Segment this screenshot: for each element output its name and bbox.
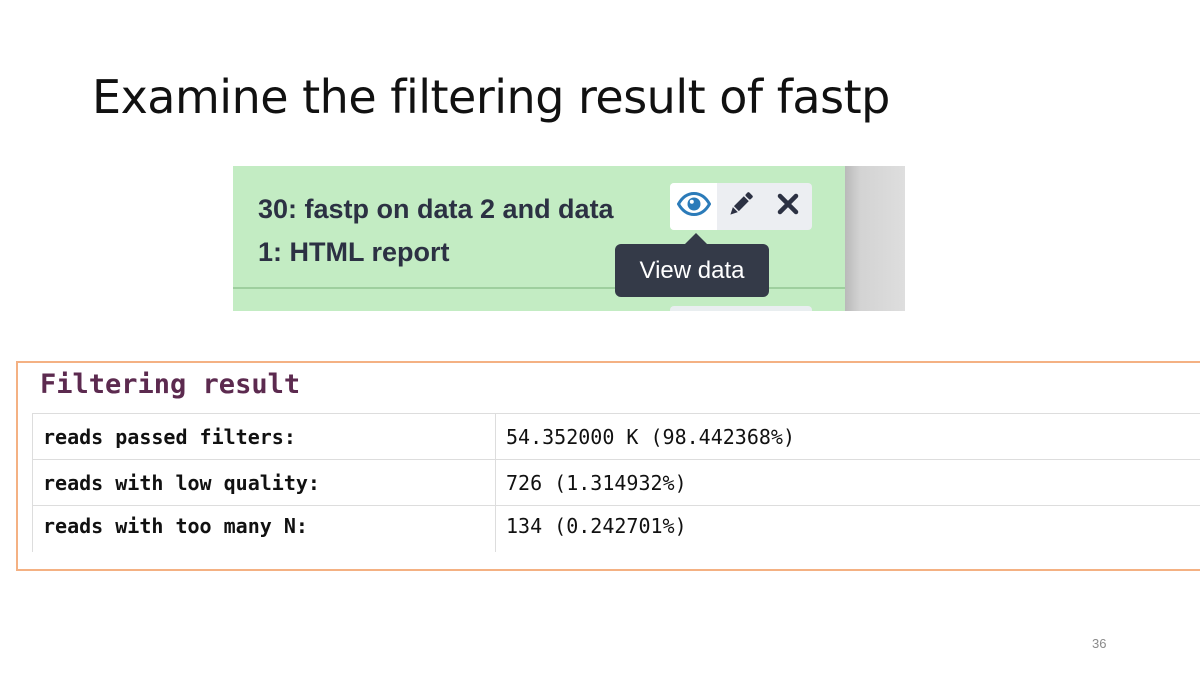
- row-value: 726 (1.314932%): [495, 459, 1200, 506]
- pencil-icon: [727, 190, 755, 223]
- view-data-tooltip: View data: [615, 244, 769, 297]
- filtering-result-heading: Filtering result: [40, 369, 301, 400]
- close-icon: [777, 193, 799, 220]
- row-key: reads with too many N:: [32, 505, 496, 552]
- table-row: reads with too many N: 134 (0.242701%): [32, 505, 1200, 552]
- row-key: reads passed filters:: [32, 413, 496, 460]
- edit-button[interactable]: [717, 183, 764, 230]
- delete-button[interactable]: [764, 183, 811, 230]
- scrollbar-gutter[interactable]: [845, 166, 905, 311]
- slide-title: Examine the filtering result of fastp: [92, 70, 890, 124]
- eye-icon: [676, 191, 711, 221]
- filtering-result-section: Filtering result reads passed filters: 5…: [16, 361, 1200, 571]
- next-item-actions: [670, 306, 812, 311]
- table-row: reads passed filters: 54.352000 K (98.44…: [32, 413, 1200, 460]
- filtering-result-table: reads passed filters: 54.352000 K (98.44…: [32, 413, 1200, 552]
- page-number: 36: [1092, 636, 1107, 651]
- dataset-title[interactable]: 30: fastp on data 2 and data 1: HTML rep…: [258, 188, 638, 274]
- table-row: reads with low quality: 726 (1.314932%): [32, 459, 1200, 506]
- row-key: reads with low quality:: [32, 459, 496, 506]
- dataset-actions: [670, 183, 812, 230]
- row-value: 134 (0.242701%): [495, 505, 1200, 552]
- view-data-button[interactable]: [670, 183, 717, 230]
- galaxy-history-panel: 30: fastp on data 2 and data 1: HTML rep…: [233, 166, 905, 311]
- tooltip-arrow: [685, 233, 707, 244]
- row-value: 54.352000 K (98.442368%): [495, 413, 1200, 460]
